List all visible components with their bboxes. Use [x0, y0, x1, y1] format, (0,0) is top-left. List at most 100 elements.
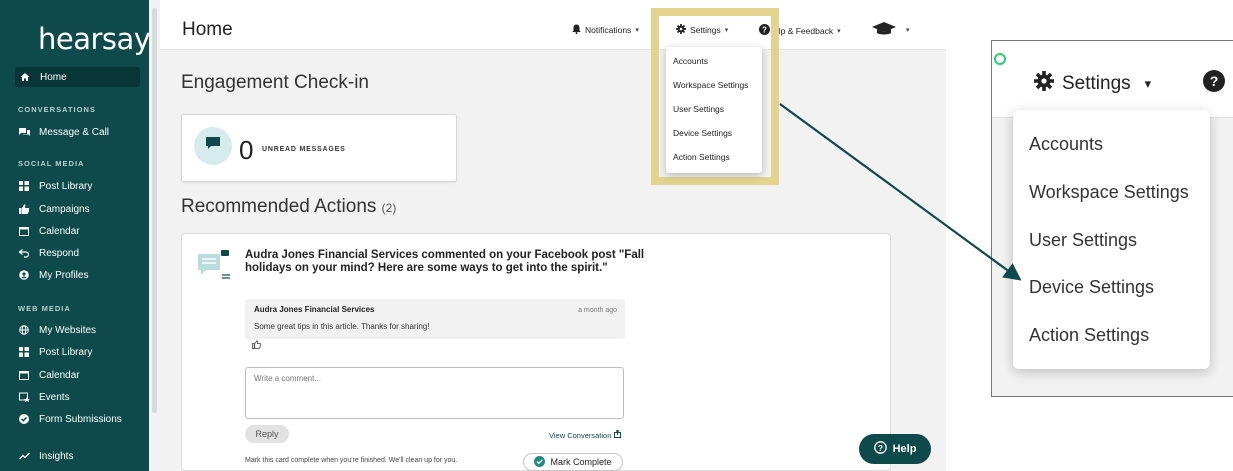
sidebar-item-message-call[interactable]: Message & Call [17, 122, 109, 142]
sidebar-item-label: Home [40, 71, 67, 83]
menu-item-workspace-settings[interactable]: Workspace Settings [673, 80, 748, 90]
section-conversations: CONVERSATIONS [18, 105, 96, 114]
unread-messages-card[interactable]: 0 UNREAD MESSAGES [181, 114, 457, 182]
calendar-icon [17, 370, 31, 380]
home-icon [18, 72, 32, 82]
comment-text: Some great tips in this article. Thanks … [254, 322, 430, 331]
graduation-cap-icon [872, 22, 896, 37]
sidebar-item-web-post-library[interactable]: Post Library [17, 342, 92, 362]
question-circle-icon[interactable]: ? [1203, 70, 1225, 92]
zoomed-menu-item-accounts[interactable]: Accounts [1029, 134, 1103, 155]
sidebar-item-label: Respond [39, 247, 80, 259]
check-circle-icon [534, 455, 546, 469]
like-icon[interactable] [252, 340, 261, 351]
sidebar-item-campaigns[interactable]: Campaigns [17, 199, 90, 219]
unread-count: 0 [239, 135, 254, 165]
sidebar: hearsay Home CONVERSATIONS Message & Cal… [0, 0, 151, 471]
profile-icon [17, 270, 31, 280]
help-feedback-label: elp & Feedback [774, 25, 834, 36]
sidebar-item-my-websites[interactable]: My Websites [17, 320, 96, 340]
recommended-actions-title: Recommended Actions (2) [181, 196, 396, 218]
menu-item-user-settings[interactable]: User Settings [673, 104, 724, 114]
learning-menu[interactable]: ▾ [872, 22, 910, 37]
sidebar-item-label: Insights [39, 450, 74, 462]
check-circle-icon [17, 414, 31, 424]
view-conversation-link[interactable]: View Conversation [549, 429, 621, 440]
gear-icon [1034, 71, 1054, 97]
sidebar-item-events[interactable]: Events [17, 387, 70, 407]
sidebar-item-label: Calendar [39, 369, 80, 381]
section-social-media: SOCIAL MEDIA [18, 159, 85, 168]
sidebar-item-label: Post Library [39, 180, 93, 192]
chevron-down-icon: ▾ [635, 27, 639, 34]
bell-icon [572, 24, 581, 36]
sidebar-item-label: Campaigns [39, 203, 90, 215]
zoomed-menu-item-device-settings[interactable]: Device Settings [1029, 277, 1154, 298]
comment-time: a month ago [578, 307, 617, 314]
menu-item-accounts[interactable]: Accounts [673, 56, 708, 66]
chevron-down-icon: ▾ [837, 27, 841, 35]
event-icon [17, 392, 31, 402]
zoomed-menu-item-action-settings[interactable]: Action Settings [1029, 325, 1149, 346]
help-button[interactable]: ? Help [859, 434, 931, 464]
zoomed-menu-item-workspace-settings[interactable]: Workspace Settings [1029, 182, 1189, 203]
zoomed-header: Settings ▾ ? [992, 41, 1233, 118]
svg-text:?: ? [877, 443, 882, 453]
mark-complete-hint: Mark this card complete when you're fini… [245, 457, 458, 464]
sidebar-item-home[interactable]: Home [15, 67, 140, 87]
settings-dropdown: Accounts Workspace Settings User Setting… [666, 47, 762, 173]
menu-item-action-settings[interactable]: Action Settings [673, 152, 730, 162]
reply-button[interactable]: Reply [245, 425, 289, 443]
message-icon [206, 137, 220, 155]
recommended-action-card: Audra Jones Financial Services commented… [181, 233, 891, 471]
sidebar-item-form-submissions[interactable]: Form Submissions [17, 409, 122, 429]
chevron-down-icon: ▾ [906, 26, 910, 34]
hearsay-logo: hearsay [38, 22, 151, 56]
page-title: Home [182, 19, 233, 40]
reply-icon [17, 248, 31, 258]
sidebar-item-insights[interactable]: Insights [17, 446, 73, 466]
section-web-media: WEB MEDIA [18, 304, 71, 313]
sidebar-item-label: Post Library [39, 346, 93, 358]
zoomed-settings-panel: Settings ▾ ? Accounts Workspace Settings… [991, 40, 1233, 397]
sidebar-item-post-library[interactable]: Post Library [17, 176, 92, 196]
calendar-icon [17, 226, 31, 236]
zoomed-settings-menu[interactable]: Settings ▾ [1034, 71, 1151, 97]
sidebar-item-label: Form Submissions [39, 413, 122, 425]
zoomed-menu-item-user-settings[interactable]: User Settings [1029, 230, 1137, 251]
help-label: Help [892, 443, 917, 455]
sidebar-item-label: Calendar [39, 225, 80, 237]
trend-icon [17, 452, 31, 460]
library-icon [17, 347, 31, 357]
sidebar-scrollbar[interactable] [152, 8, 157, 413]
menu-item-device-settings[interactable]: Device Settings [673, 128, 732, 138]
question-circle-icon: ? [873, 441, 887, 457]
notifications-label: Notifications [585, 25, 632, 35]
comment-author: Audra Jones Financial Services [254, 305, 375, 314]
status-dot-icon [994, 53, 1006, 65]
comment-icon [196, 248, 232, 285]
top-bar: Home Notifications ▾ Settings ▾ ? elp & … [160, 0, 946, 50]
library-icon [17, 181, 31, 191]
sidebar-item-label: Events [39, 391, 70, 403]
sidebar-item-respond[interactable]: Respond [17, 243, 79, 263]
engagement-title: Engagement Check-in [181, 72, 369, 93]
sidebar-item-web-calendar[interactable]: Calendar [17, 365, 80, 385]
app-window: hearsay Home CONVERSATIONS Message & Cal… [0, 0, 946, 471]
chat-icon [17, 127, 31, 137]
comment-box: Audra Jones Financial Services a month a… [245, 299, 625, 339]
sidebar-item-calendar[interactable]: Calendar [17, 221, 80, 241]
comment-input[interactable] [245, 367, 624, 419]
zoomed-settings-dropdown: Accounts Workspace Settings User Setting… [1013, 110, 1210, 369]
facebook-comment-headline: Audra Jones Financial Services commented… [245, 249, 645, 274]
notifications-menu[interactable]: Notifications ▾ [572, 24, 639, 36]
mark-complete-label: Mark Complete [550, 457, 612, 467]
view-conversation-label: View Conversation [549, 431, 612, 440]
recommended-count: (2) [381, 201, 397, 215]
chevron-down-icon: ▾ [1144, 76, 1152, 91]
unread-label: UNREAD MESSAGES [262, 146, 346, 153]
mark-complete-button[interactable]: Mark Complete [523, 453, 623, 471]
sidebar-item-label: My Profiles [39, 269, 89, 281]
sidebar-item-label: Message & Call [39, 126, 110, 138]
sidebar-item-my-profiles[interactable]: My Profiles [17, 265, 88, 285]
